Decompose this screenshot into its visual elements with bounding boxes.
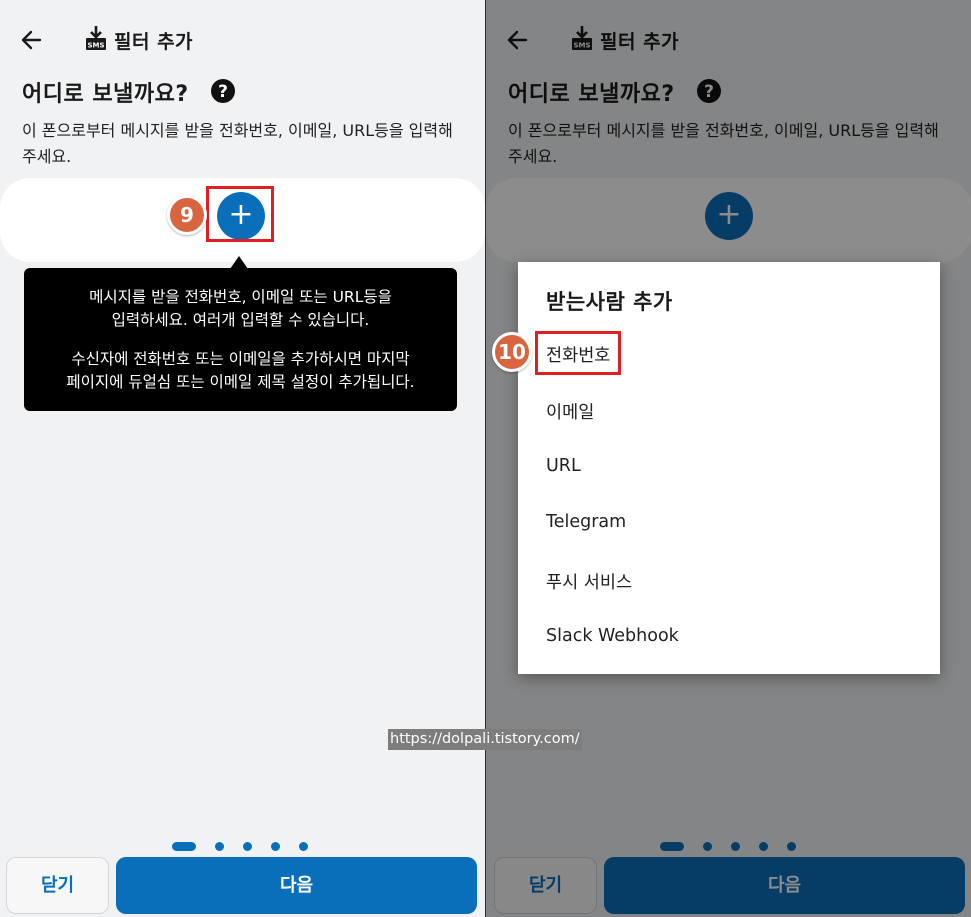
question-circle-icon: ? (211, 79, 235, 103)
close-button[interactable]: 닫기 (6, 857, 109, 914)
tooltip-line: 메시지를 받을 전화번호, 이메일 또는 URL등을 (89, 288, 392, 306)
help-button[interactable]: ? (210, 78, 236, 104)
arrow-left-icon (21, 30, 42, 50)
next-button[interactable]: 다음 (116, 857, 477, 914)
option-url[interactable]: URL (546, 456, 581, 476)
tooltip-line: 입력하세요. 여러개 입력할 수 있습니다. (111, 311, 370, 329)
page-description: 이 폰으로부터 메시지를 받을 전화번호, 이메일, URL등을 입력해주세요. (22, 121, 453, 166)
add-recipient-dialog: 받는사람 추가 전화번호 이메일 URL Telegram 푸시 서비스 Sla… (518, 262, 940, 674)
tooltip-line: 페이지에 듀얼심 또는 이메일 제목 설정이 추가됩니다. (66, 373, 415, 391)
step-badge-9: 9 (167, 195, 207, 235)
tooltip: 메시지를 받을 전화번호, 이메일 또는 URL등을 입력하세요. 여러개 입력… (24, 268, 457, 411)
page-dot (271, 842, 280, 851)
tooltip-gap (24, 332, 457, 348)
watermark: https://dolpali.tistory.com/ (388, 729, 582, 750)
app-bar: SMS 필터 추가 (0, 22, 485, 58)
step-badge-10: 10 (492, 332, 532, 372)
option-telegram[interactable]: Telegram (546, 512, 626, 532)
svg-text:SMS: SMS (87, 42, 104, 50)
screen-right: SMS 필터 추가 어디로 보낼까요? ? 이 폰으로부터 메시지를 받을 전화… (486, 0, 971, 917)
tooltip-line: 수신자에 전화번호 또는 이메일을 추가하시면 마지막 (71, 350, 410, 368)
screen-left: SMS 필터 추가 어디로 보낼까요? ? 이 폰으로부터 메시지를 받을 전화… (0, 0, 485, 917)
highlight-box-phone (535, 331, 621, 375)
page-dot (243, 842, 252, 851)
back-button[interactable] (18, 24, 46, 56)
app-bar-title: 필터 추가 (114, 31, 194, 53)
page-dot-active (172, 842, 196, 851)
option-slack-webhook[interactable]: Slack Webhook (546, 626, 679, 646)
page-dot (299, 842, 308, 851)
page-indicator (0, 841, 485, 853)
option-push-service[interactable]: 푸시 서비스 (546, 569, 632, 594)
dialog-title: 받는사람 추가 (546, 290, 673, 314)
option-email[interactable]: 이메일 (546, 399, 594, 424)
page-dot (215, 842, 224, 851)
sms-download-icon: SMS (84, 25, 108, 53)
highlight-box-add (206, 186, 274, 242)
page-heading: 어디로 보낼까요? (22, 82, 189, 107)
svg-text:?: ? (218, 82, 228, 102)
